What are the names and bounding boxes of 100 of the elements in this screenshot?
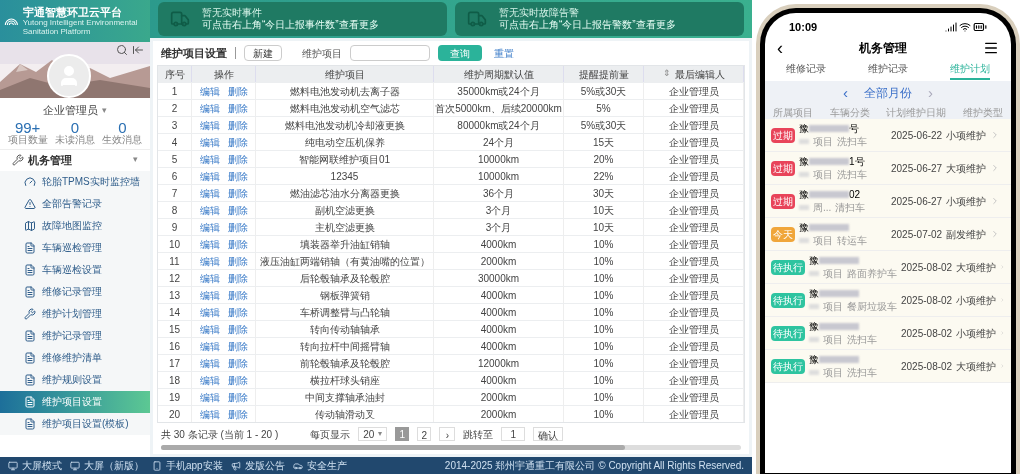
delete-link[interactable]: 删除 bbox=[227, 117, 248, 133]
plan-row[interactable]: 待执行 豫 项目 洗扫车 2025-08-02 大项维护 bbox=[765, 350, 1011, 383]
edit-link[interactable]: 编辑 bbox=[199, 304, 220, 320]
footer-link[interactable]: 发版公告 bbox=[244, 458, 285, 473]
menu-item[interactable]: 维护规则设置 bbox=[0, 368, 150, 391]
plan-row[interactable]: 过期 豫 1号 项目 洗扫车 2025-06-27 大项维护 bbox=[765, 152, 1011, 185]
next-button[interactable]: › bbox=[439, 427, 456, 441]
edit-link[interactable]: 编辑 bbox=[199, 287, 220, 303]
edit-link[interactable]: 编辑 bbox=[199, 406, 220, 422]
edit-link[interactable]: 编辑 bbox=[199, 355, 220, 371]
menu-item[interactable]: 维护记录管理 bbox=[0, 324, 150, 347]
column-header[interactable]: 提醒提前量 bbox=[578, 66, 629, 82]
delete-link[interactable]: 删除 bbox=[227, 151, 248, 167]
delete-link[interactable]: 删除 bbox=[227, 253, 248, 269]
delete-link[interactable]: 删除 bbox=[227, 372, 248, 388]
plan-row[interactable]: 待执行 豫 项目 洗扫车 2025-08-02 小项维护 bbox=[765, 317, 1011, 350]
plan-row[interactable]: 今天 豫 项目 转运车 2025-07-02 副发维护 bbox=[765, 218, 1011, 251]
delete-link[interactable]: 删除 bbox=[227, 389, 248, 405]
column-header[interactable]: 维护项目 bbox=[324, 66, 365, 82]
delete-link[interactable]: 删除 bbox=[227, 406, 248, 422]
delete-link[interactable]: 删除 bbox=[227, 270, 248, 286]
footer-link[interactable]: 大屏模式 bbox=[22, 458, 62, 473]
column-header[interactable]: 最后编辑人 bbox=[674, 66, 725, 82]
prev-month-button[interactable]: ‹ bbox=[843, 81, 848, 105]
search-icon[interactable] bbox=[116, 44, 128, 56]
confirm-button[interactable]: 确认 bbox=[533, 427, 564, 441]
footer-link[interactable]: 安全生产 bbox=[306, 458, 347, 473]
edit-link[interactable]: 编辑 bbox=[199, 219, 220, 235]
menu-item[interactable]: 故障地图监控 bbox=[0, 214, 150, 237]
footer-link[interactable]: 手机app安装 bbox=[166, 458, 223, 473]
delete-link[interactable]: 删除 bbox=[227, 338, 248, 354]
delete-link[interactable]: 删除 bbox=[227, 185, 248, 201]
menu-group[interactable]: 机务管理 ▾ bbox=[0, 148, 150, 171]
edit-link[interactable]: 编辑 bbox=[199, 372, 220, 388]
edit-link[interactable]: 编辑 bbox=[199, 321, 220, 337]
jump-input[interactable]: 1 bbox=[501, 427, 526, 441]
delete-link[interactable]: 删除 bbox=[227, 236, 248, 252]
edit-link[interactable]: 编辑 bbox=[199, 185, 220, 201]
delete-link[interactable]: 删除 bbox=[227, 321, 248, 337]
menu-item[interactable]: 轮胎TPMS实时监控墙 bbox=[0, 170, 150, 193]
menu-item[interactable]: 维修维护清单 bbox=[0, 346, 150, 369]
table-cell-text: 企业管理员 bbox=[668, 135, 719, 150]
menu-item[interactable]: 全部告警记录 bbox=[0, 192, 150, 215]
delete-link[interactable]: 删除 bbox=[227, 355, 248, 371]
menu-item[interactable]: 维护项目设置(模板) bbox=[0, 412, 150, 435]
table-cell-text: 燃料电池发动机空气滤芯 bbox=[289, 101, 400, 116]
user-name[interactable]: 企业管理员 bbox=[43, 102, 98, 119]
stat-value[interactable]: 99+ bbox=[14, 119, 41, 135]
menu-item[interactable]: 车辆巡检管理 bbox=[0, 236, 150, 259]
delete-link[interactable]: 删除 bbox=[227, 100, 248, 116]
delete-link[interactable]: 删除 bbox=[227, 202, 248, 218]
search-button[interactable]: 查询 bbox=[438, 45, 482, 61]
edit-link[interactable]: 编辑 bbox=[199, 117, 220, 133]
plan-row[interactable]: 过期 豫 02 周... 清扫车 2025-06-27 小项维护 bbox=[765, 185, 1011, 218]
edit-link[interactable]: 编辑 bbox=[199, 253, 220, 269]
menu-item[interactable]: 维护计划管理 bbox=[0, 302, 150, 325]
edit-link[interactable]: 编辑 bbox=[199, 389, 220, 405]
menu-item[interactable]: 维护项目设置 bbox=[0, 390, 150, 413]
edit-link[interactable]: 编辑 bbox=[199, 338, 220, 354]
edit-link[interactable]: 编辑 bbox=[199, 236, 220, 252]
edit-link[interactable]: 编辑 bbox=[199, 151, 220, 167]
page-button[interactable]: 1 bbox=[395, 427, 410, 441]
delete-link[interactable]: 删除 bbox=[227, 168, 248, 184]
menu-item[interactable]: 维修记录管理 bbox=[0, 280, 150, 303]
delete-link[interactable]: 删除 bbox=[227, 287, 248, 303]
phone-tab[interactable]: 维护计划 bbox=[950, 60, 990, 80]
phone-tab[interactable]: 维修记录 bbox=[786, 60, 826, 80]
edit-link[interactable]: 编辑 bbox=[199, 100, 220, 116]
back-button[interactable]: ‹ bbox=[777, 39, 783, 57]
collapse-icon[interactable] bbox=[132, 44, 144, 56]
delete-link[interactable]: 删除 bbox=[227, 83, 248, 99]
project-input[interactable] bbox=[350, 45, 430, 61]
new-button[interactable]: 新建 bbox=[244, 45, 282, 61]
edit-link[interactable]: 编辑 bbox=[199, 168, 220, 184]
sort-icon[interactable]: ⇕ bbox=[662, 67, 671, 81]
column-header[interactable]: 维护周期默认值 bbox=[463, 66, 534, 82]
plan-row[interactable]: 待执行 豫 项目 餐厨垃圾车 2025-08-02 小项维护 bbox=[765, 284, 1011, 317]
column-header[interactable]: 序号 bbox=[164, 66, 185, 82]
delete-link[interactable]: 删除 bbox=[227, 219, 248, 235]
plan-row[interactable]: 过期 豫 号 项目 洗扫车 2025-06-22 小项维护 bbox=[765, 119, 1011, 152]
edit-link[interactable]: 编辑 bbox=[199, 270, 220, 286]
edit-link[interactable]: 编辑 bbox=[199, 134, 220, 150]
stat-value[interactable]: 0 bbox=[70, 119, 80, 135]
delete-link[interactable]: 删除 bbox=[227, 304, 248, 320]
column-header[interactable]: 操作 bbox=[213, 66, 234, 82]
delete-link[interactable]: 删除 bbox=[227, 134, 248, 150]
menu-icon[interactable] bbox=[983, 40, 999, 56]
per-page-select[interactable]: 20 ▾ bbox=[358, 427, 388, 441]
edit-link[interactable]: 编辑 bbox=[199, 83, 220, 99]
scrollbar[interactable] bbox=[161, 445, 741, 450]
stat-value[interactable]: 0 bbox=[118, 119, 127, 135]
page-button[interactable]: 2 bbox=[417, 427, 432, 441]
phone-tab[interactable]: 维护记录 bbox=[868, 60, 908, 80]
reset-button[interactable]: 重置 bbox=[490, 45, 518, 61]
footer-link[interactable]: 大屏（新版） bbox=[84, 458, 144, 473]
table-cell-text: 10% bbox=[593, 339, 614, 354]
menu-item[interactable]: 车辆巡检设置 bbox=[0, 258, 150, 281]
month-label[interactable]: 全部月份 bbox=[864, 84, 912, 102]
plan-row[interactable]: 待执行 豫 项目 路面养护车 2025-08-02 大项维护 bbox=[765, 251, 1011, 284]
edit-link[interactable]: 编辑 bbox=[199, 202, 220, 218]
